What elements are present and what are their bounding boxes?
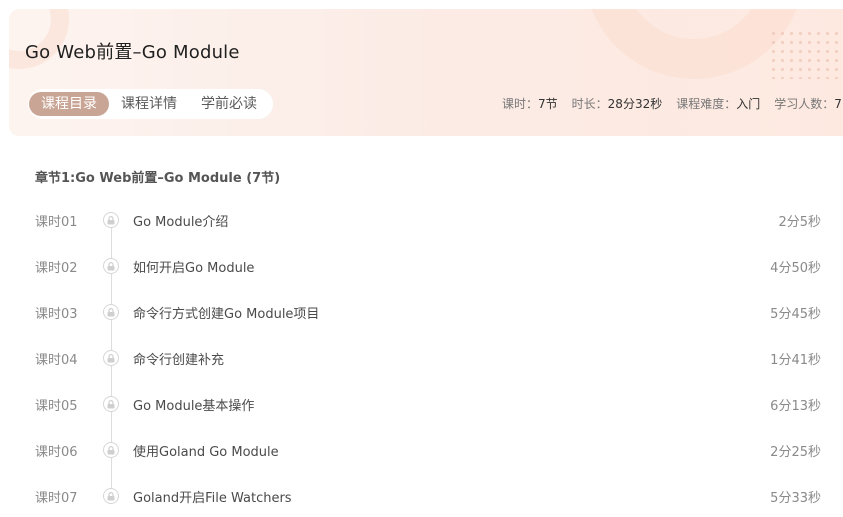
lock-icon [103, 488, 119, 504]
tab-details[interactable]: 课程详情 [109, 92, 189, 116]
lesson-name: Goland开启File Watchers [133, 490, 292, 506]
lesson-name: 命令行方式创建Go Module项目 [133, 306, 320, 322]
lesson-name: 如何开启Go Module [133, 260, 255, 276]
course-title: Go Web前置–Go Module [25, 42, 240, 63]
lesson-duration: 4分50秒 [770, 260, 821, 276]
meta-difficulty-value: 入门 [736, 97, 761, 111]
meta-lessons: 课时：7节 [502, 95, 558, 112]
lesson-name: 使用Goland Go Module [133, 444, 279, 460]
lesson-row[interactable]: 课时05 Go Module基本操作 6分13秒 [0, 389, 843, 419]
course-header: Go Web前置–Go Module 课程目录 课程详情 学前必读 课时：7节 … [9, 9, 843, 136]
course-tabs: 课程目录 课程详情 学前必读 [28, 89, 273, 119]
lesson-duration: 5分33秒 [770, 490, 821, 506]
lesson-row[interactable]: 课时04 命令行创建补充 1分41秒 [0, 343, 843, 373]
lesson-number: 课时03 [35, 306, 78, 322]
lock-icon [103, 212, 119, 228]
lesson-row[interactable]: 课时06 使用Goland Go Module 2分25秒 [0, 435, 843, 465]
meta-learners-value: 7 [834, 97, 842, 111]
lesson-number: 课时02 [35, 260, 78, 276]
lesson-row[interactable]: 课时07 Goland开启File Watchers 5分33秒 [0, 481, 843, 511]
lesson-row[interactable]: 课时02 如何开启Go Module 4分50秒 [0, 251, 843, 281]
lesson-number: 课时07 [35, 490, 78, 506]
meta-learners: 学习人数：7 [774, 95, 842, 112]
lesson-duration: 2分25秒 [770, 444, 821, 460]
lock-icon [103, 350, 119, 366]
lesson-row[interactable]: 课时01 Go Module介绍 2分5秒 [0, 205, 843, 235]
chapter-title: 章节1:Go Web前置–Go Module (7节) [35, 171, 281, 186]
lock-icon [103, 304, 119, 320]
lesson-row[interactable]: 课时03 命令行方式创建Go Module项目 5分45秒 [0, 297, 843, 327]
lesson-duration: 1分41秒 [770, 352, 821, 368]
meta-duration: 时长：28分32秒 [572, 95, 663, 112]
decorative-dots [769, 29, 843, 79]
lesson-number: 课时06 [35, 444, 78, 460]
lesson-number: 课时01 [35, 214, 78, 230]
meta-learners-label: 学习人数： [774, 97, 835, 111]
tab-prereading[interactable]: 学前必读 [189, 92, 269, 116]
lesson-name: Go Module介绍 [133, 214, 229, 230]
meta-difficulty-label: 课程难度： [676, 97, 737, 111]
lesson-duration: 5分45秒 [770, 306, 821, 322]
lesson-duration: 2分5秒 [778, 214, 821, 230]
lesson-number: 课时05 [35, 398, 78, 414]
lesson-number: 课时04 [35, 352, 78, 368]
lesson-duration: 6分13秒 [770, 398, 821, 414]
meta-lessons-label: 课时： [502, 97, 539, 111]
tab-catalog[interactable]: 课程目录 [29, 92, 109, 116]
meta-duration-label: 时长： [571, 97, 608, 111]
meta-lessons-value: 7节 [538, 97, 558, 111]
lock-icon [103, 396, 119, 412]
lock-icon [103, 442, 119, 458]
lesson-name: 命令行创建补充 [133, 352, 225, 368]
lock-icon [103, 258, 119, 274]
course-meta: 课时：7节 时长：28分32秒 课程难度：入门 学习人数：7 [502, 95, 842, 112]
meta-duration-value: 28分32秒 [607, 97, 663, 111]
meta-difficulty: 课程难度：入门 [676, 95, 760, 112]
lesson-name: Go Module基本操作 [133, 398, 255, 414]
